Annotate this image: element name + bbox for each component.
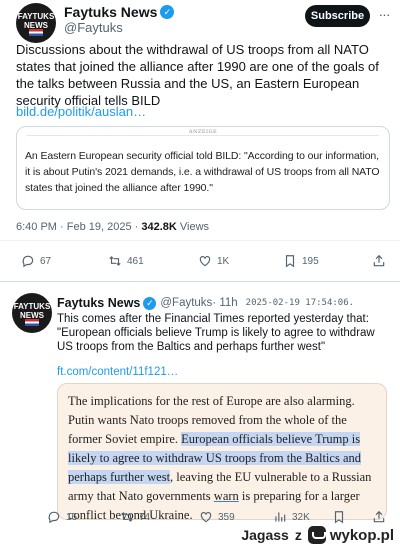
quoted-excerpt: The implications for the rest of Europe … — [57, 383, 387, 520]
reply-button[interactable]: 16 — [47, 510, 77, 524]
card-text: An Eastern European security official to… — [25, 150, 380, 194]
relative-time[interactable]: · 11h — [212, 297, 237, 309]
watermark-user: Jagass — [241, 527, 289, 543]
bookmark-count: 195 — [302, 255, 319, 267]
author-handle[interactable]: @Faytuks — [160, 297, 212, 309]
avatar-text: FAYTUKS NEWS — [13, 302, 51, 320]
share-icon — [373, 510, 385, 523]
avatar[interactable]: FAYTUKS NEWS — [16, 3, 56, 43]
more-horizontal-icon[interactable]: ··· — [376, 7, 392, 23]
author-name-row[interactable]: Faytuks News ✓ — [64, 4, 175, 20]
watermark: Jagass z wykop.pl — [241, 526, 394, 544]
flag-icon — [25, 319, 39, 326]
wykop-logo-icon — [307, 526, 326, 544]
verified-badge-icon: ✓ — [143, 296, 157, 310]
divider — [27, 135, 379, 136]
heart-icon — [199, 256, 211, 267]
flag-icon — [29, 29, 43, 36]
share-button[interactable] — [372, 510, 391, 524]
bookmark-icon — [334, 511, 344, 524]
bookmark-icon — [285, 255, 295, 268]
reply-count: 67 — [40, 255, 52, 267]
reply-count: 16 — [66, 511, 78, 523]
like-button[interactable]: 359 — [199, 510, 235, 524]
repost-count: 74 — [139, 511, 151, 523]
tweet-text: Discussions about the withdrawal of US t… — [16, 42, 379, 108]
views-button[interactable]: 32K — [273, 510, 310, 524]
author-handle[interactable]: @Faytuks — [64, 20, 123, 35]
reply-icon — [22, 255, 34, 268]
tweet-link[interactable]: ft.com/content/11f121… — [57, 366, 178, 378]
main-tweet: FAYTUKS NEWS Faytuks News ✓ @Faytuks Sub… — [0, 0, 400, 281]
analytics-icon — [275, 512, 286, 522]
author-display-name[interactable]: Faytuks News — [64, 4, 157, 20]
repost-button[interactable]: 74 — [120, 510, 150, 524]
bookmark-button[interactable] — [332, 510, 351, 524]
tweet-meta: 6:40 PM · Feb 19, 2025 · 342.8K Views — [16, 221, 209, 233]
divider — [0, 240, 400, 241]
absolute-timestamp: 2025-02-19 17:54:06. — [245, 298, 355, 308]
author-name-row[interactable]: Faytuks News ✓ @Faytuks · 11h 2025-02-19… — [57, 296, 354, 310]
watermark-brand: wykop.pl — [329, 526, 394, 544]
views-count: 32K — [292, 511, 310, 523]
avatar-text: FAYTUKS NEWS — [17, 12, 55, 30]
timestamp[interactable]: 6:40 PM · Feb 19, 2025 · — [16, 221, 141, 233]
reply-tweet: FAYTUKS NEWS Faytuks News ✓ @Faytuks · 1… — [0, 281, 400, 547]
repost-icon — [109, 256, 121, 266]
link-card[interactable]: ANZEIGE An Eastern European security off… — [16, 126, 390, 210]
like-button[interactable]: 1K — [198, 254, 229, 268]
repost-icon — [121, 512, 133, 522]
views-label: Views — [176, 221, 210, 233]
avatar[interactable]: FAYTUKS NEWS — [12, 293, 52, 333]
quote-link[interactable]: warn — [214, 489, 239, 503]
heart-icon — [200, 512, 212, 523]
views-count: 342.8K — [141, 221, 177, 233]
verified-badge-icon: ✓ — [160, 5, 175, 19]
watermark-sep: z — [294, 527, 302, 543]
subscribe-button[interactable]: Subscribe — [305, 5, 370, 27]
like-count: 1K — [217, 255, 230, 267]
repost-count: 461 — [127, 255, 144, 267]
share-button[interactable] — [372, 254, 391, 268]
reply-button[interactable]: 67 — [21, 254, 51, 268]
author-display-name[interactable]: Faytuks News — [57, 296, 140, 310]
repost-button[interactable]: 461 — [108, 254, 144, 268]
like-count: 359 — [218, 511, 235, 523]
reply-icon — [48, 511, 60, 524]
bookmark-button[interactable]: 195 — [283, 254, 319, 268]
share-icon — [373, 254, 385, 267]
tweet-text: This comes after the Financial Times rep… — [57, 313, 375, 353]
ad-label: ANZEIGE — [17, 129, 389, 135]
tweet-link[interactable]: bild.de/politik/auslan… — [16, 104, 146, 119]
